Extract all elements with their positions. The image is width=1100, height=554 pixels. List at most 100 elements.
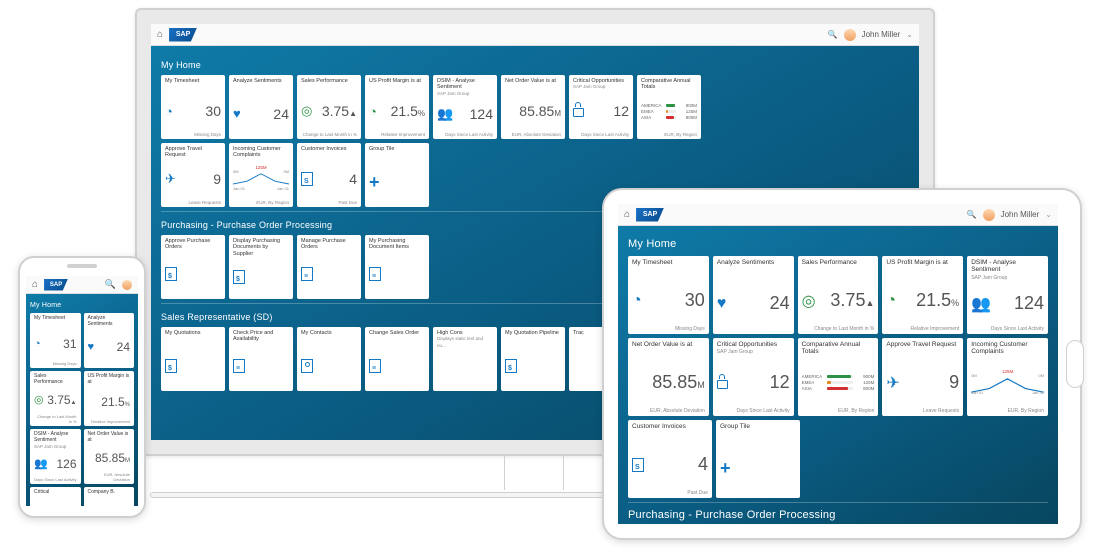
tile-company-cut[interactable]: Company B. [84, 487, 135, 506]
plus-icon: + [720, 459, 731, 477]
app-header: ⌂ SAP 🔍 John Miller ⌄ [151, 24, 919, 46]
app-header: ⌂ SAP 🔍 John Miller ⌄ [618, 204, 1058, 226]
doc-icon [369, 267, 381, 281]
sparkline: 0M0M 125M Jan 01Jan 31 [233, 170, 289, 190]
tile-dsim[interactable]: DSIM - Analyse SentimentSAP Jam Group 👥1… [967, 256, 1048, 334]
tile-sales-performance[interactable]: Sales Performance ◎ 3.75▲ Change to Last… [30, 371, 81, 426]
home-icon[interactable]: ⌂ [624, 209, 630, 220]
sap-logo: SAP [169, 28, 197, 42]
invoice-icon [632, 458, 644, 472]
tile-dsim[interactable]: DSIM - Analyse SentimentSAP Jam Group 👥1… [30, 429, 81, 484]
tile-dsim[interactable]: DSIM - Analyse SentimentSAP Jam Group 👥1… [433, 75, 497, 139]
clock-icon: ◔ [34, 338, 41, 350]
tile-net-order[interactable]: Net Order Value is at 85.85M EUR, Absolu… [84, 429, 135, 484]
section-home-title: My Home [161, 60, 909, 70]
tile-high-cons[interactable]: High ConsDisplays static text and nu... [433, 327, 497, 391]
tile-my-timesheet[interactable]: My Timesheet ◔31 Missing Days [30, 313, 81, 368]
tile-critical-cut[interactable]: Critical [30, 487, 81, 506]
tile-my-timesheet[interactable]: My Timesheet ◔30 Missing Days [161, 75, 225, 139]
plane-icon: ✈ [886, 373, 899, 393]
tile-my-timesheet[interactable]: My Timesheet ◔30 Missing Days [628, 256, 709, 334]
tile-quotations[interactable]: My Quotations [161, 327, 225, 391]
doc-icon [233, 270, 245, 284]
tile-change-order[interactable]: Change Sales Order [365, 327, 429, 391]
avatar[interactable] [844, 29, 856, 41]
tile-check-price[interactable]: Check Price and Availability [229, 327, 293, 391]
tile-travel[interactable]: Approve Travel Request ✈9 Leave Requests [882, 338, 963, 416]
clock-icon: ◔ [369, 104, 377, 119]
plane-icon: ✈ [165, 171, 176, 187]
tile-analyze-sentiments[interactable]: Analyze Sentiments ♥24 [713, 256, 794, 334]
tile-analyze-sentiments[interactable]: Analyze Sentiments ♥24 [84, 313, 135, 368]
heart-icon: ♥ [88, 341, 95, 353]
tile-approve-po[interactable]: Approve Purchase Orders [161, 235, 225, 299]
tile-contacts[interactable]: My Contacts [297, 327, 361, 391]
search-icon[interactable]: 🔍 [828, 30, 838, 39]
heart-icon: ♥ [233, 106, 241, 121]
tile-net-order[interactable]: Net Order Value is at 85.85M EUR, Absolu… [501, 75, 565, 139]
doc-icon [505, 359, 517, 373]
tile-sales-performance[interactable]: Sales Performance ◎ 3.75▲ Change to Last… [297, 75, 361, 139]
tile-sales-performance[interactable]: Sales Performance ◎ 3.75▲ Change to Last… [798, 256, 879, 334]
tile-net-order[interactable]: Net Order Value is at 85.85M EUR, Absolu… [628, 338, 709, 416]
people-icon: 👥 [34, 457, 48, 470]
lock-icon [573, 104, 585, 118]
search-icon[interactable]: 🔍 [105, 279, 116, 290]
doc-icon [301, 267, 313, 281]
search-icon[interactable]: 🔍 [967, 210, 977, 219]
user-name[interactable]: John Miller [862, 30, 901, 39]
tile-pipeline[interactable]: My Quotation Pipeline [501, 327, 565, 391]
lock-icon [717, 376, 729, 390]
tile-invoices[interactable]: Customer Invoices 4 Past Due [628, 420, 712, 498]
sparkline: 0M0M 125M Jan 01Jan 31 [971, 374, 1044, 394]
clock-icon: ◔ [632, 292, 642, 310]
people-icon: 👥 [437, 106, 453, 122]
target-icon: ◎ [34, 393, 44, 406]
avatar[interactable] [122, 280, 132, 290]
plus-icon: + [369, 173, 380, 191]
tile-group[interactable]: Group Tile + [716, 420, 800, 498]
tile-my-po-items[interactable]: My Purchasing Document Items [365, 235, 429, 299]
tablet-home-button[interactable] [1066, 340, 1084, 388]
people-icon: 👥 [971, 294, 991, 314]
section-purchasing-title: Purchasing - Purchase Order Processing [628, 509, 1048, 521]
doc-icon [233, 359, 245, 373]
home-icon[interactable]: ⌂ [157, 29, 163, 40]
app-header: ⌂ SAP 🔍 [26, 276, 138, 294]
tile-profit-margin[interactable]: US Profit Margin is at 21.5% Relative Im… [84, 371, 135, 426]
tile-manage-po[interactable]: Manage Purchase Orders [297, 235, 361, 299]
doc-icon [165, 267, 177, 281]
section-home-title: My Home [30, 302, 134, 309]
person-icon [301, 359, 313, 373]
tile-critical[interactable]: Critical OpportunitiesSAP Jam Group 12 D… [713, 338, 794, 416]
section-home-title: My Home [628, 238, 1048, 250]
doc-icon [369, 359, 381, 373]
invoice-icon [301, 172, 313, 186]
tile-annual[interactable]: Comparative Annual Totals AMERICA900M EM… [637, 75, 701, 139]
phone-speaker [67, 264, 97, 268]
tile-profit-margin[interactable]: US Profit Margin is at ◔ 21.5% Relative … [365, 75, 429, 139]
chevron-down-icon[interactable]: ⌄ [1045, 210, 1052, 219]
tile-complaints[interactable]: Incoming Customer Complaints 0M0M 125M J… [967, 338, 1048, 416]
tablet-frame: ⌂ SAP 🔍 John Miller ⌄ My Home My Timeshe… [602, 188, 1082, 540]
clock-icon: ◔ [886, 292, 896, 310]
clock-icon: ◔ [165, 104, 173, 119]
tile-annual[interactable]: Comparative Annual Totals AMERICA900M EM… [798, 338, 879, 416]
tile-group[interactable]: Group Tile + [365, 143, 429, 207]
tile-critical[interactable]: Critical OpportunitiesSAP Jam Group 12 D… [569, 75, 633, 139]
tile-complaints[interactable]: Incoming Customer Complaints 0M0M 125M J… [229, 143, 293, 207]
tile-analyze-sentiments[interactable]: Analyze Sentiments ♥24 [229, 75, 293, 139]
user-name[interactable]: John Miller [1001, 210, 1040, 219]
heart-icon: ♥ [717, 295, 727, 313]
sap-logo: SAP [636, 208, 664, 222]
avatar[interactable] [983, 209, 995, 221]
chevron-down-icon[interactable]: ⌄ [906, 30, 913, 39]
tile-invoices[interactable]: Customer Invoices 4 Past Due [297, 143, 361, 207]
doc-icon [165, 359, 177, 373]
tile-profit-margin[interactable]: US Profit Margin is at ◔ 21.5% Relative … [882, 256, 963, 334]
tile-display-po[interactable]: Display Purchasing Documents by Supplier [229, 235, 293, 299]
target-icon: ◎ [301, 103, 312, 119]
tile-travel[interactable]: Approve Travel Request ✈9 Leave Requests [161, 143, 225, 207]
phone-frame: ⌂ SAP 🔍 My Home My Timesheet ◔31 Missing… [18, 256, 146, 518]
home-icon[interactable]: ⌂ [32, 279, 38, 290]
